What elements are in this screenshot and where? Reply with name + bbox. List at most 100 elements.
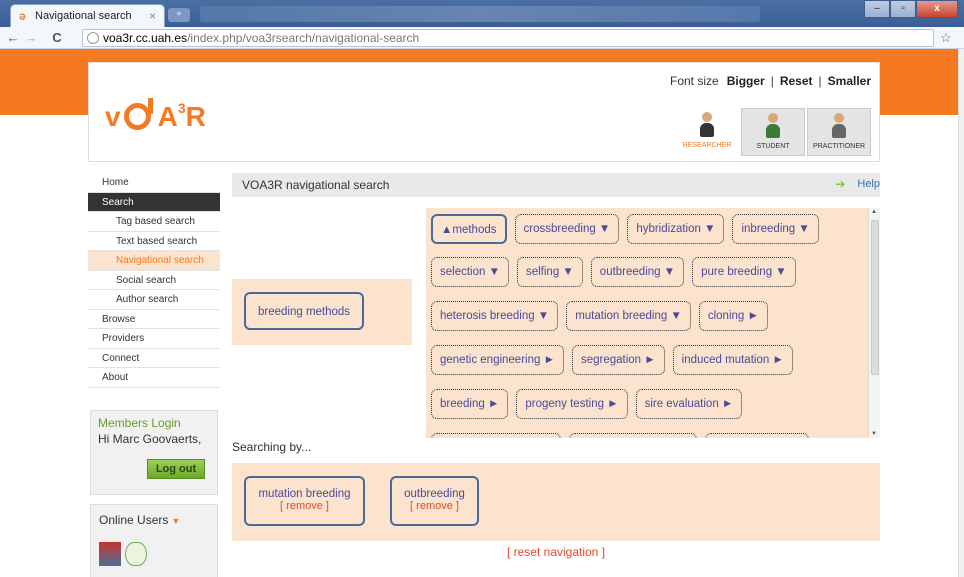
new-tab-button[interactable]: +	[168, 8, 190, 22]
sidebar-item-browse[interactable]: Browse	[88, 310, 220, 329]
sidebar-item-search[interactable]: Search	[88, 192, 220, 212]
main-content: VOA3R navigational search ➔ Help breedin…	[232, 173, 880, 559]
greeting-text: Hi Marc Goovaerts,	[98, 432, 202, 446]
online-users-panel: Online Users ▼	[90, 504, 218, 577]
members-login-title: Members Login	[98, 416, 181, 430]
avatar[interactable]	[99, 542, 121, 566]
window-close-button[interactable]: x	[916, 0, 958, 18]
tag-segregation[interactable]: segregation ►	[571, 345, 665, 375]
address-bar[interactable]: voa3r.cc.uah.es/index.php/voa3rsearch/na…	[82, 29, 934, 47]
tag-cloud-panel: ▲methods crossbreeding ▼ hybridization ▼…	[426, 208, 880, 438]
root-tag-panel: breeding methods	[232, 279, 412, 345]
tag-selection[interactable]: selection ▼	[431, 257, 509, 287]
role-researcher-button[interactable]: RESEARCHER	[675, 108, 739, 156]
tag-row: ▲methods crossbreeding ▼ hybridization ▼…	[431, 214, 819, 244]
researcher-icon	[700, 112, 714, 138]
remove-link[interactable]: [ remove ]	[392, 500, 477, 512]
separator: |	[818, 74, 822, 88]
reset-navigation-link[interactable]: [ reset navigation ]	[232, 545, 880, 559]
voa3r-logo[interactable]: v A 3 R	[105, 98, 206, 131]
members-login-panel: Members Login Hi Marc Goovaerts, Log out	[90, 410, 218, 495]
forward-arrow-icon[interactable]: →	[22, 30, 40, 45]
font-size-label: Font size	[670, 74, 719, 88]
tag-outbreeding[interactable]: outbreeding ▼	[590, 257, 685, 287]
role-practitioner-button[interactable]: PRACTITIONER	[807, 108, 871, 156]
separator: |	[770, 74, 774, 88]
sidebar-item-home[interactable]: Home	[88, 173, 220, 193]
url-path: /index.php/voa3rsearch/navigational-sear…	[187, 31, 420, 45]
tag-heterosis-breeding[interactable]: heterosis breeding ▼	[431, 301, 559, 331]
avatar[interactable]	[125, 542, 147, 566]
arrow-icon: ➔	[835, 177, 846, 191]
role-selector: RESEARCHER STUDENT PRACTITIONER	[675, 108, 871, 156]
tag-inbreeding[interactable]: inbreeding ▼	[732, 214, 819, 244]
site-favicon-icon: ə	[19, 9, 26, 23]
window-titlebar: ə Navigational search × + – ▫ x	[0, 0, 964, 27]
bookmark-star-icon[interactable]: ☆	[940, 30, 952, 46]
selected-tag: mutation breeding [ remove ]	[244, 476, 365, 526]
online-users-title[interactable]: Online Users ▼	[99, 513, 209, 527]
selected-tag-name[interactable]: mutation breeding	[246, 488, 363, 500]
sidebar: Home Search Tag based search Text based …	[88, 173, 220, 577]
tag-pure-breeding[interactable]: pure breeding ▼	[692, 257, 796, 287]
tag-row: breeding ► progeny testing ► sire evalua…	[431, 389, 743, 419]
sidebar-item-tag-search[interactable]: Tag based search	[88, 212, 220, 232]
sidebar-nav: Home Search Tag based search Text based …	[88, 173, 220, 388]
selected-tag: outbreeding [ remove ]	[390, 476, 479, 526]
tag-cloning[interactable]: cloning ►	[698, 301, 768, 331]
root-tag-breeding-methods[interactable]: breeding methods	[244, 292, 365, 330]
back-arrow-icon[interactable]: ←	[4, 30, 22, 45]
tag-panel-scrollbar[interactable]: ▲ ▼	[868, 208, 880, 438]
online-avatars	[99, 542, 209, 566]
tag-mutation-breeding[interactable]: mutation breeding ▼	[566, 301, 691, 331]
tag-row: selection ▼ selfing ▼ outbreeding ▼ pure…	[431, 257, 796, 287]
sidebar-item-about[interactable]: About	[88, 368, 220, 388]
page-scrollbar[interactable]	[958, 49, 964, 577]
sidebar-item-navigational-search[interactable]: Navigational search	[88, 251, 220, 271]
window-controls: – ▫ x	[864, 0, 958, 18]
font-smaller-link[interactable]: Smaller	[828, 74, 871, 88]
page-header-bar: VOA3R navigational search ➔ Help	[232, 173, 880, 197]
browser-tab[interactable]: ə Navigational search ×	[10, 4, 165, 27]
scroll-down-icon[interactable]: ▼	[871, 431, 877, 437]
help-link[interactable]: ➔ Help	[835, 178, 880, 190]
role-student-button[interactable]: STUDENT	[741, 108, 805, 156]
site-header: v A 3 R Font size Bigger | Reset | Small…	[88, 62, 880, 162]
tag-induced-mutation[interactable]: induced mutation ►	[672, 345, 793, 375]
tag-partial[interactable]	[569, 433, 697, 438]
selected-tag-name[interactable]: outbreeding	[392, 488, 477, 500]
reload-icon[interactable]: C	[48, 30, 66, 45]
tag-selfing[interactable]: selfing ▼	[516, 257, 583, 287]
font-bigger-link[interactable]: Bigger	[727, 74, 765, 88]
blurred-tabs	[200, 6, 760, 22]
sidebar-item-author-search[interactable]: Author search	[88, 290, 220, 310]
tab-close-icon[interactable]: ×	[149, 9, 156, 23]
font-reset-link[interactable]: Reset	[780, 74, 813, 88]
tag-genetic-engineering[interactable]: genetic engineering ►	[431, 345, 564, 375]
scroll-up-icon[interactable]: ▲	[871, 209, 877, 215]
sidebar-item-text-search[interactable]: Text based search	[88, 232, 220, 251]
globe-icon	[87, 32, 99, 44]
tag-sire-evaluation[interactable]: sire evaluation ►	[635, 389, 743, 419]
tag-crossbreeding[interactable]: crossbreeding ▼	[514, 214, 620, 244]
student-icon	[766, 113, 780, 139]
tag-row: genetic engineering ► segregation ► indu…	[431, 345, 793, 375]
sidebar-item-social-search[interactable]: Social search	[88, 271, 220, 290]
scroll-thumb[interactable]	[871, 220, 879, 375]
minimize-button[interactable]: –	[864, 0, 890, 18]
maximize-button[interactable]: ▫	[890, 0, 916, 18]
sidebar-item-connect[interactable]: Connect	[88, 349, 220, 368]
tag-partial[interactable]	[431, 433, 561, 438]
tag-progeny-testing[interactable]: progeny testing ►	[516, 389, 628, 419]
sidebar-item-providers[interactable]: Providers	[88, 329, 220, 349]
practitioner-icon	[832, 113, 846, 139]
tag-methods[interactable]: ▲methods	[431, 214, 507, 244]
tag-hybridization[interactable]: hybridization ▼	[627, 214, 725, 244]
tag-partial[interactable]	[705, 433, 809, 438]
tag-row: heterosis breeding ▼ mutation breeding ▼…	[431, 301, 768, 331]
font-size-controls: Font size Bigger | Reset | Smaller	[670, 74, 871, 88]
tag-breeding[interactable]: breeding ►	[431, 389, 509, 419]
remove-link[interactable]: [ remove ]	[246, 500, 363, 512]
tab-title: Navigational search	[35, 10, 132, 22]
logout-button[interactable]: Log out	[147, 459, 205, 479]
